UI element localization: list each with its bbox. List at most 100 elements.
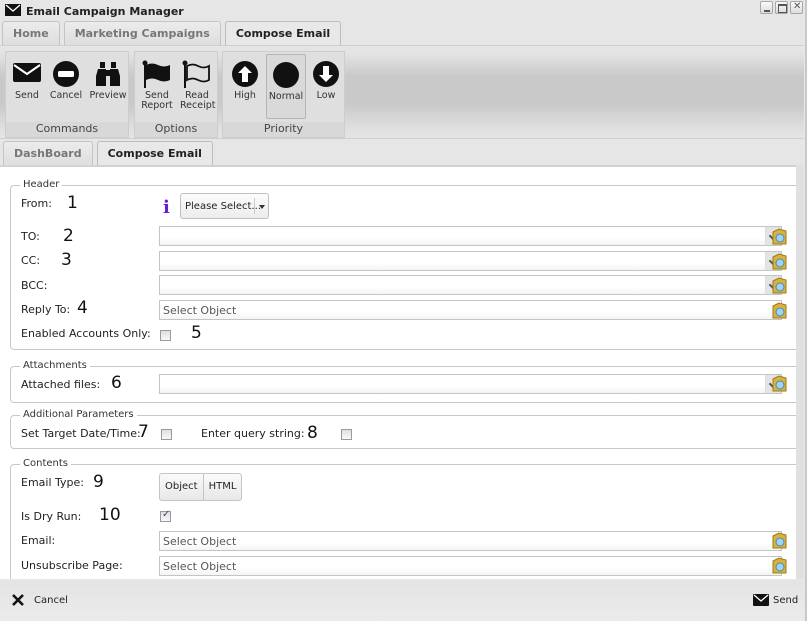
lookup-folder-icon[interactable]	[771, 275, 788, 295]
to-input[interactable]	[159, 226, 782, 246]
attached-files-input[interactable]	[159, 374, 782, 394]
email-type-label: Email Type:	[21, 476, 84, 489]
dry-run-label: Is Dry Run:	[21, 510, 82, 523]
preview-label: Preview	[89, 90, 127, 101]
info-icon[interactable]: i	[163, 197, 170, 218]
group-label-commands: Commands	[6, 122, 128, 137]
from-select[interactable]: Please Select...	[180, 193, 269, 219]
close-icon	[12, 594, 24, 606]
main-tab-bar: Home Marketing Campaigns Compose Email	[2, 21, 342, 45]
additional-parameters-legend: Additional Parameters	[20, 409, 137, 420]
no-entry-icon	[53, 61, 79, 87]
tab-marketing-campaigns[interactable]: Marketing Campaigns	[63, 21, 221, 45]
target-date-checkbox[interactable]	[161, 429, 172, 440]
lookup-folder-icon[interactable]	[771, 251, 788, 271]
attached-files-label: Attached files:	[21, 378, 101, 391]
bcc-input[interactable]	[159, 275, 782, 295]
bcc-label: BCC:	[21, 279, 48, 292]
read-receipt-text: Read Receipt	[180, 90, 216, 111]
caret-down-icon	[259, 205, 265, 209]
tab-compose-email[interactable]: Compose Email	[224, 21, 342, 45]
reply-to-label: Reply To:	[21, 303, 71, 316]
envelope-icon	[13, 63, 41, 82]
annotation-8: 8	[307, 423, 318, 443]
target-date-label: Set Target Date/Time:	[21, 427, 141, 440]
priority-normal-label: Normal	[268, 91, 304, 102]
lookup-folder-icon[interactable]	[771, 226, 788, 246]
annotation-9: 9	[93, 472, 104, 492]
window-title: Email Campaign Manager	[26, 5, 184, 18]
query-string-label: Enter query string:	[201, 427, 305, 440]
annotation-7: 7	[138, 422, 149, 442]
priority-normal-button[interactable]: Normal	[266, 54, 306, 119]
email-input[interactable]: Select Object	[159, 531, 782, 551]
priority-low-button[interactable]: Low	[306, 54, 346, 119]
tab-compose-email-sub[interactable]: Compose Email	[96, 141, 213, 166]
envelope-icon	[753, 594, 769, 606]
title-bar: Email Campaign Manager	[0, 0, 807, 20]
ribbon-group-priority: High Normal Low Priority	[222, 51, 345, 138]
cc-label: CC:	[21, 254, 41, 267]
unsubscribe-label: Unsubscribe Page:	[21, 559, 123, 572]
flag-outline-icon	[182, 60, 210, 88]
arrow-down-circle-icon	[313, 61, 339, 87]
group-label-options: Options	[135, 122, 217, 137]
lookup-folder-icon[interactable]	[771, 300, 788, 320]
app-window: Email Campaign Manager Home Marketing Ca…	[0, 0, 807, 621]
send-report-text: Send Report	[141, 90, 173, 111]
cancel-label: Cancel	[49, 90, 83, 101]
contents-section: Contents Email Type: 9 Object HTML Is Dr…	[10, 458, 797, 579]
attachments-legend: Attachments	[20, 360, 90, 371]
priority-low-label: Low	[316, 90, 336, 101]
additional-parameters-section: Additional Parameters Set Target Date/Ti…	[10, 409, 797, 449]
tab-dashboard[interactable]: DashBoard	[3, 141, 93, 166]
ribbon: Send Cancel Preview Commands Send Report…	[0, 45, 804, 139]
flag-filled-icon	[142, 60, 170, 88]
send-report-ribbon-button[interactable]: Send Report	[137, 54, 177, 119]
lookup-folder-icon[interactable]	[771, 373, 788, 393]
reply-to-input[interactable]: Select Object	[159, 300, 782, 320]
annotation-5: 5	[191, 323, 202, 343]
from-label: From:	[21, 197, 52, 210]
priority-high-button[interactable]: High	[225, 54, 265, 119]
binoculars-icon	[96, 62, 120, 86]
envelope-icon	[5, 4, 21, 16]
send-button[interactable]: Send	[753, 594, 798, 606]
lookup-folder-icon[interactable]	[771, 530, 788, 550]
cancel-ribbon-button[interactable]: Cancel	[46, 54, 86, 119]
close-button[interactable]	[790, 1, 803, 14]
cancel-button-label: Cancel	[34, 594, 68, 606]
tab-home[interactable]: Home	[2, 21, 60, 45]
from-select-separator	[254, 198, 255, 214]
annotation-10: 10	[99, 505, 121, 525]
to-label: TO:	[21, 230, 40, 243]
attachments-section: Attachments Attached files: 6	[10, 360, 797, 403]
unsubscribe-placeholder: Select Object	[163, 560, 237, 573]
annotation-1: 1	[67, 193, 78, 213]
unsubscribe-input[interactable]: Select Object	[159, 556, 782, 576]
email-type-object-option[interactable]: Object	[160, 474, 203, 500]
sub-tab-bar: DashBoard Compose Email	[3, 141, 213, 166]
content-scrollbar[interactable]	[796, 165, 804, 579]
header-legend: Header	[20, 179, 63, 190]
enabled-accounts-checkbox[interactable]	[160, 330, 171, 341]
cancel-button[interactable]: Cancel	[12, 594, 68, 606]
maximize-button[interactable]	[775, 1, 788, 14]
preview-ribbon-button[interactable]: Preview	[88, 54, 128, 119]
dry-run-checkbox[interactable]	[160, 509, 171, 522]
priority-high-label: High	[234, 90, 256, 101]
enabled-accounts-label: Enabled Accounts Only:	[21, 327, 151, 340]
read-receipt-ribbon-button[interactable]: Read Receipt	[177, 54, 217, 119]
email-type-html-option[interactable]: HTML	[202, 474, 242, 500]
send-label: Send	[15, 90, 39, 101]
query-string-checkbox[interactable]	[341, 429, 352, 440]
send-ribbon-button[interactable]: Send	[7, 54, 47, 119]
cc-input[interactable]	[159, 251, 782, 271]
email-placeholder: Select Object	[163, 535, 237, 548]
footer-bar: Cancel Send	[0, 581, 804, 621]
annotation-4: 4	[77, 298, 88, 318]
email-type-segmented-control: Object HTML	[159, 473, 243, 501]
lookup-folder-icon[interactable]	[771, 555, 788, 575]
minimize-button[interactable]	[760, 1, 773, 14]
annotation-3: 3	[61, 250, 72, 270]
